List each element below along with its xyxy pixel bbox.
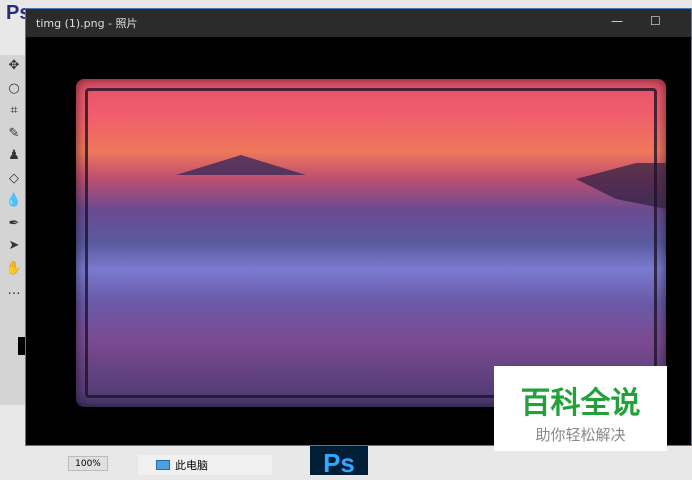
crop-icon[interactable]: ⌗ xyxy=(0,100,28,123)
more-icon[interactable]: … xyxy=(0,280,28,303)
beach-sunset-photo xyxy=(76,79,666,407)
title-bar: timg (1).png - 照片 — ☐ xyxy=(26,9,691,37)
this-pc-label: 此电脑 xyxy=(175,459,208,472)
photoshop-taskbar-icon[interactable]: Ps xyxy=(310,446,368,478)
hand-icon[interactable]: ✋ xyxy=(0,258,28,281)
maximize-button[interactable]: ☐ xyxy=(650,14,661,28)
photo-frame xyxy=(85,88,657,398)
healing-icon[interactable]: ✎ xyxy=(0,123,28,146)
eraser-icon[interactable]: ◇ xyxy=(0,168,28,191)
lasso-icon[interactable]: ○ xyxy=(0,78,28,101)
select-icon[interactable]: ➤ xyxy=(0,235,28,258)
stamp-icon[interactable]: ♟ xyxy=(0,145,28,168)
this-pc-item[interactable]: 此电脑 xyxy=(138,455,272,475)
watermark: 百科全说 助你轻松解决 xyxy=(494,366,667,451)
zoom-level: 100% xyxy=(68,456,108,471)
pen-icon[interactable]: ✒ xyxy=(0,213,28,236)
move-icon[interactable]: ✥ xyxy=(0,55,28,78)
minimize-button[interactable]: — xyxy=(611,14,623,28)
blur-icon[interactable]: 💧 xyxy=(0,190,28,213)
watermark-subtitle: 助你轻松解决 xyxy=(535,426,626,444)
computer-icon xyxy=(156,460,170,470)
window-title: timg (1).png - 照片 xyxy=(36,17,138,30)
watermark-title: 百科全说 xyxy=(520,386,641,421)
